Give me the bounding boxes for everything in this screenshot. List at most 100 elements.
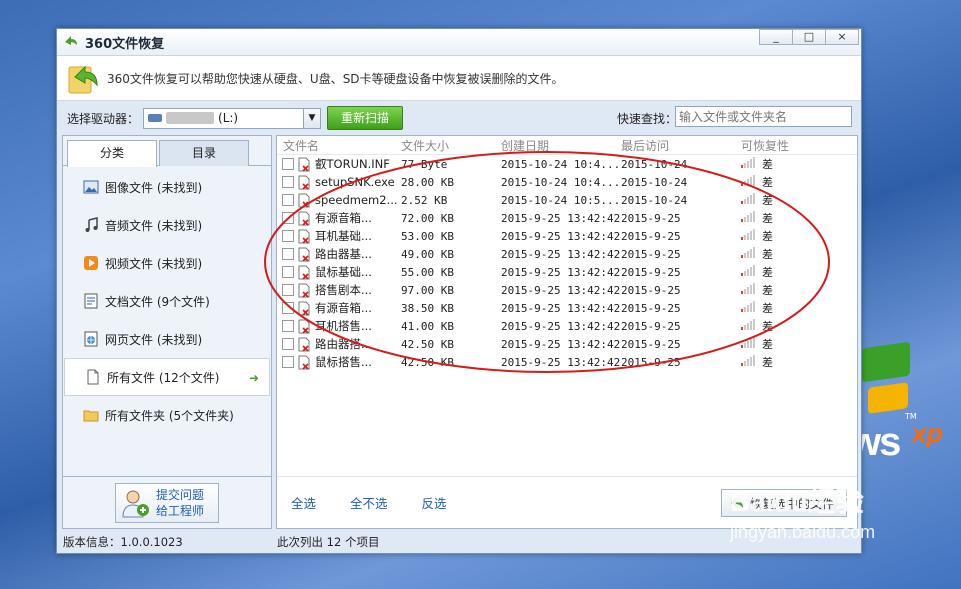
watermark-sub: jingyan.baidu.com <box>730 522 876 542</box>
search-input[interactable] <box>675 106 852 127</box>
column-header-created[interactable]: 创建日期 <box>501 137 621 154</box>
sidebar-item-documents[interactable]: 文档文件 (9个文件) <box>63 282 271 320</box>
table-row[interactable]: 鼠标基础... 55.00 KB 2015-9-25 13:42:42 2015-9-… <box>277 263 857 281</box>
file-name-cell: 搭售剧本... <box>277 282 401 298</box>
signal-bars-icon <box>741 229 756 240</box>
recoverability-cell: 差 <box>741 246 821 262</box>
main-area: 分类 目录 图像文件 (未找到) 音频文件 (未找到) 视频文件 (未找到) 文… <box>62 135 858 529</box>
column-header-recoverability[interactable]: 可恢复性 <box>741 137 821 154</box>
signal-bars-icon <box>741 319 756 330</box>
row-checkbox[interactable] <box>282 248 294 260</box>
file-accessed: 2015-10-24 <box>621 193 688 207</box>
table-row[interactable]: 鼠标搭售... 42.50 KB 2015-9-25 13:42:42 2015-9-… <box>277 353 857 371</box>
table-header: 文件名 文件大小 创建日期 最后访问 可恢复性 <box>277 136 857 155</box>
file-name: 叡TORUN.INF <box>315 157 390 171</box>
file-name: 搭售剧本... <box>315 283 372 297</box>
file-created: 2015-9-25 13:42:42 <box>501 247 621 261</box>
file-name-cell: 耳机基础... <box>277 228 401 244</box>
tab-directory[interactable]: 目录 <box>159 140 249 166</box>
column-header-accessed[interactable]: 最后访问 <box>621 137 741 154</box>
signal-bars-icon <box>741 193 756 204</box>
table-row[interactable]: 有源音箱... 72.00 KB 2015-9-25 13:42:42 2015-9-… <box>277 209 857 227</box>
file-name: 耳机搭售... <box>315 319 372 333</box>
tab-category[interactable]: 分类 <box>67 140 157 167</box>
column-header-name[interactable]: 文件名 <box>277 137 401 154</box>
sidebar-item-video[interactable]: 视频文件 (未找到) <box>63 244 271 282</box>
engineer-icon <box>122 490 149 518</box>
invert-selection-link[interactable]: 反选 <box>422 493 447 512</box>
row-checkbox[interactable] <box>282 212 294 224</box>
row-checkbox[interactable] <box>282 302 294 314</box>
table-row[interactable]: setupSNK.exe 28.00 KB 2015-10-24 10:4... 20… <box>277 173 857 191</box>
drive-dropdown[interactable]: (L:) ▼ <box>143 107 322 129</box>
minimize-button[interactable]: _ <box>759 29 793 45</box>
app-logo-icon <box>65 36 77 45</box>
category-list: 图像文件 (未找到) 音频文件 (未找到) 视频文件 (未找到) 文档文件 (9… <box>63 166 271 434</box>
chevron-down-icon[interactable]: ▼ <box>303 108 321 128</box>
usb-drive-icon <box>148 114 163 122</box>
deleted-file-icon <box>298 265 310 280</box>
sidebar-item-label: 所有文件夹 (5个文件夹) <box>105 408 234 423</box>
table-row[interactable]: 路由器基... 49.00 KB 2015-9-25 13:42:42 2015-9-… <box>277 245 857 263</box>
row-checkbox[interactable] <box>282 338 294 350</box>
table-row[interactable]: 耳机搭售... 41.00 KB 2015-9-25 13:42:42 2015-9-… <box>277 317 857 335</box>
file-accessed: 2015-9-25 <box>621 211 681 225</box>
row-checkbox[interactable] <box>282 320 294 332</box>
recoverability-cell: 差 <box>741 318 821 334</box>
rescan-button[interactable]: 重新扫描 <box>327 106 404 130</box>
file-name-cell: 叡TORUN.INF <box>277 156 401 172</box>
music-note-icon <box>85 217 98 232</box>
file-size: 38.50 KB <box>401 301 454 315</box>
row-checkbox[interactable] <box>282 194 294 206</box>
file-size: 97.00 KB <box>401 283 454 297</box>
sidebar-item-webpages[interactable]: 网页文件 (未找到) <box>63 320 271 358</box>
version-info: 版本信息：1.0.0.1023 <box>63 535 183 549</box>
table-row[interactable]: 耳机基础... 53.00 KB 2015-9-25 13:42:42 2015-9-… <box>277 227 857 245</box>
app-window: 360文件恢复 _ □ × 360文件恢复可以帮助您快速从硬盘、U盘、SD卡等硬… <box>56 28 862 554</box>
sidebar-item-all-folders[interactable]: 所有文件夹 (5个文件夹) <box>63 396 271 434</box>
table-row[interactable]: speedmem2... 2.52 KB 2015-10-24 10:5... 201… <box>277 191 857 209</box>
feedback-button[interactable]: 提交问题 给工程师 <box>115 483 219 523</box>
row-checkbox[interactable] <box>282 356 294 368</box>
recoverability-text: 差 <box>762 176 773 189</box>
deleted-file-icon <box>298 301 310 316</box>
maximize-button[interactable]: □ <box>792 29 826 45</box>
file-name: speedmem2... <box>315 193 398 207</box>
close-button[interactable]: × <box>825 29 859 45</box>
file-created: 2015-9-25 13:42:42 <box>501 337 621 351</box>
sidebar-item-all-files[interactable]: 所有文件 (12个文件) ➜ <box>64 358 270 396</box>
select-none-link[interactable]: 全不选 <box>350 493 388 512</box>
sidebar-item-audio[interactable]: 音频文件 (未找到) <box>63 206 271 244</box>
banner-description: 360文件恢复可以帮助您快速从硬盘、U盘、SD卡等硬盘设备中恢复被误删除的文件。 <box>107 71 564 86</box>
recover-arrow-icon <box>68 65 98 94</box>
recoverability-text: 差 <box>762 194 773 207</box>
recoverability-cell: 差 <box>741 354 821 370</box>
signal-bars-icon <box>741 175 756 186</box>
file-size: 28.00 KB <box>401 175 454 189</box>
banner: 360文件恢复可以帮助您快速从硬盘、U盘、SD卡等硬盘设备中恢复被误删除的文件。 <box>57 56 861 101</box>
table-row[interactable]: 叡TORUN.INF 77 Byte 2015-10-24 10:4... 2015-… <box>277 155 857 173</box>
table-row[interactable]: 有源音箱... 38.50 KB 2015-9-25 13:42:42 2015-9-… <box>277 299 857 317</box>
select-all-link[interactable]: 全选 <box>291 493 316 512</box>
file-size: 55.00 KB <box>401 265 454 279</box>
row-checkbox[interactable] <box>282 158 294 170</box>
deleted-file-icon <box>298 337 310 352</box>
file-created: 2015-9-25 13:42:42 <box>501 229 621 243</box>
row-checkbox[interactable] <box>282 266 294 278</box>
row-checkbox[interactable] <box>282 176 294 188</box>
table-row[interactable]: 路由器搭... 42.50 KB 2015-9-25 13:42:42 2015-9-… <box>277 335 857 353</box>
sidebar-item-images[interactable]: 图像文件 (未找到) <box>63 168 271 206</box>
file-created: 2015-9-25 13:42:42 <box>501 265 621 279</box>
titlebar[interactable]: 360文件恢复 _ □ × <box>57 29 861 56</box>
arrow-right-icon: ➜ <box>248 371 259 385</box>
file-name: 有源音箱... <box>315 301 372 315</box>
file-accessed: 2015-9-25 <box>621 229 681 243</box>
row-checkbox[interactable] <box>282 284 294 296</box>
row-checkbox[interactable] <box>282 230 294 242</box>
sidebar-item-label: 图像文件 (未找到) <box>105 180 203 195</box>
file-name: 耳机基础... <box>315 229 372 243</box>
table-row[interactable]: 搭售剧本... 97.00 KB 2015-9-25 13:42:42 2015-9-… <box>277 281 857 299</box>
column-header-size[interactable]: 文件大小 <box>401 137 501 154</box>
signal-bars-icon <box>741 337 756 348</box>
category-sidebar: 分类 目录 图像文件 (未找到) 音频文件 (未找到) 视频文件 (未找到) 文… <box>62 135 272 529</box>
